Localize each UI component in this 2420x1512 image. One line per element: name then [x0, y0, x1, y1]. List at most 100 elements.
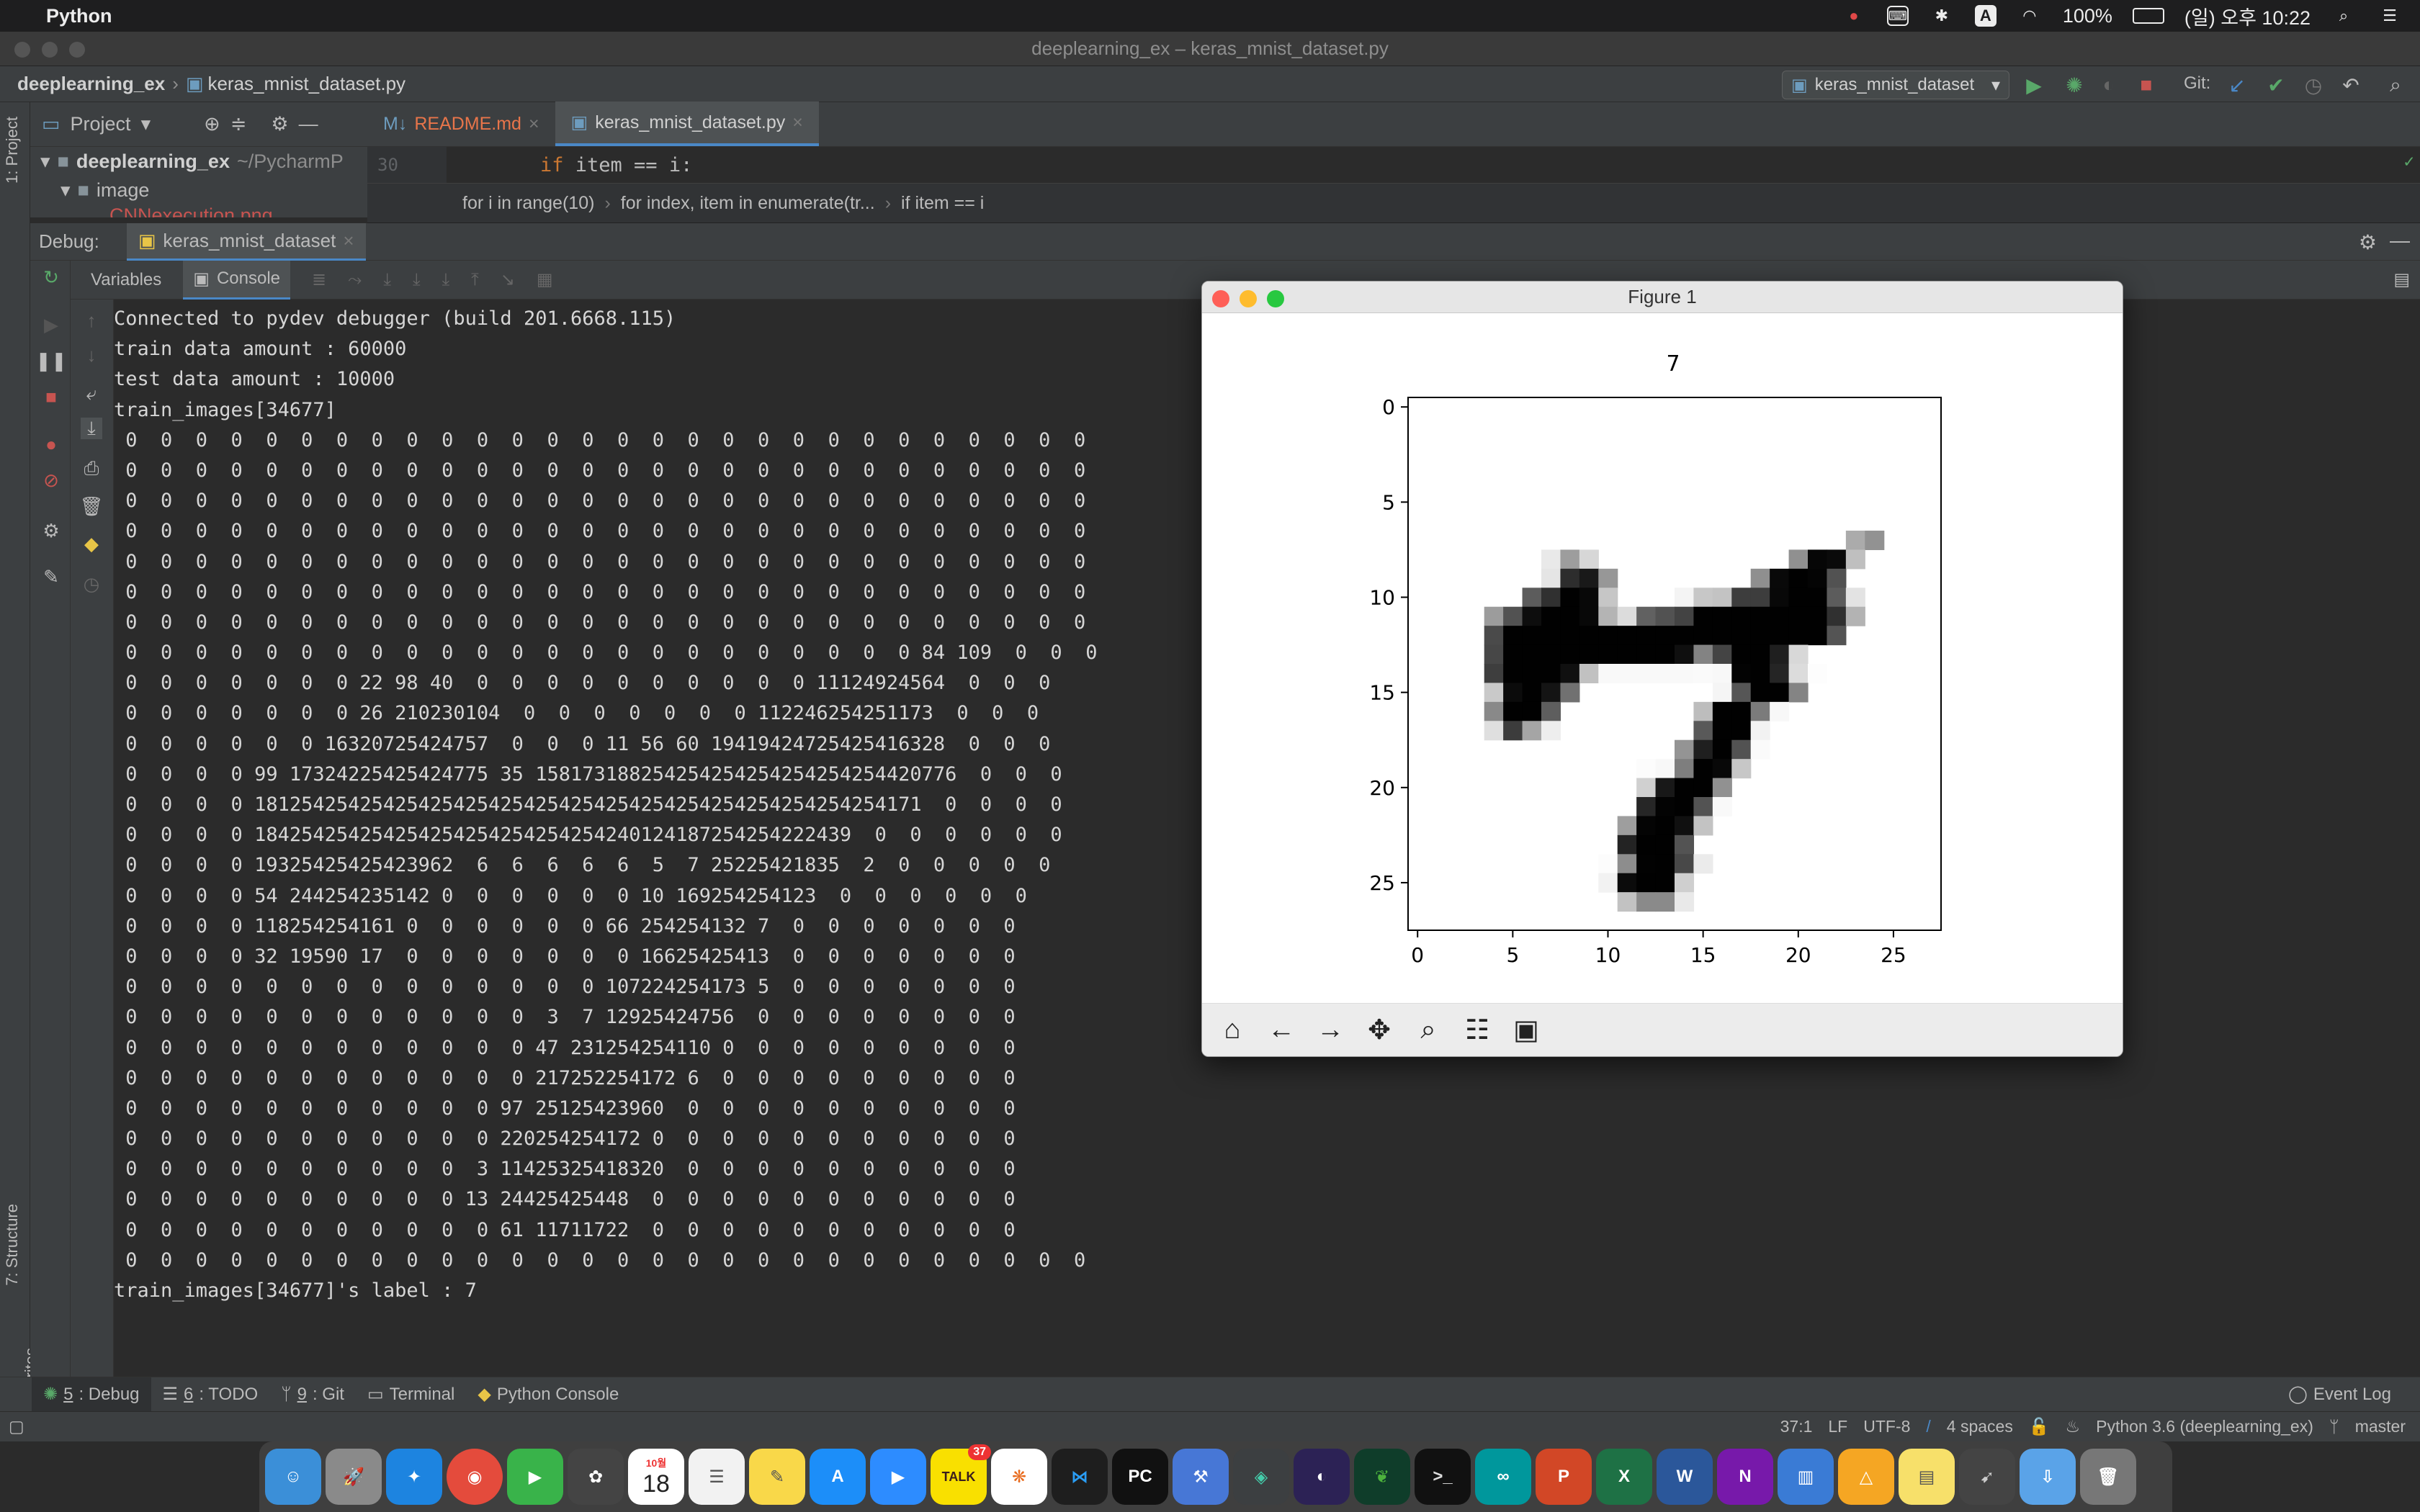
nav-file-crumb[interactable]: keras_mnist_dataset.py	[207, 73, 405, 95]
inspection-ok-icon[interactable]: ✓	[2404, 151, 2414, 171]
finder-icon[interactable]: ☺	[265, 1449, 321, 1505]
tree-file-row[interactable]: CNNexecution.png	[30, 204, 367, 217]
back-arrow-icon[interactable]: ←	[1258, 1007, 1304, 1053]
keyboard-input-icon[interactable]: A	[1974, 5, 1996, 27]
window-close-button[interactable]	[14, 42, 30, 58]
notification-icon[interactable]: ●	[1841, 5, 1867, 27]
evaluate-icon[interactable]: ▦	[537, 269, 553, 290]
debug-icon[interactable]: ✺	[2061, 72, 2087, 98]
save-icon[interactable]: ▣	[1503, 1007, 1549, 1053]
figure-minimize-button[interactable]	[1240, 290, 1257, 307]
excel-icon[interactable]: X	[1596, 1449, 1652, 1505]
notes-icon[interactable]: ✎	[749, 1449, 805, 1505]
pause-icon[interactable]: ❚❚	[35, 350, 67, 372]
mongodb-icon[interactable]: ❦	[1354, 1449, 1410, 1505]
tab-debug[interactable]: ✺ 5 : Debug	[32, 1377, 151, 1412]
clock-icon[interactable]: ◷	[81, 573, 102, 595]
lock-icon[interactable]: 🔓	[2029, 1417, 2050, 1436]
git-rollback-icon[interactable]: ↶	[2338, 72, 2364, 98]
android-studio-icon[interactable]: ◈	[1233, 1449, 1289, 1505]
terminal-app-icon[interactable]: >_	[1415, 1449, 1471, 1505]
rerun-icon[interactable]: ↻	[40, 266, 62, 288]
tab-git[interactable]: ᛘ 9 : Git	[269, 1377, 356, 1412]
run-to-cursor-icon[interactable]: ↘	[501, 269, 515, 290]
xcode-icon[interactable]: ⚒	[1173, 1449, 1229, 1505]
word-icon[interactable]: W	[1657, 1449, 1713, 1505]
chrome-icon[interactable]: ◉	[447, 1449, 503, 1505]
pycharm-icon[interactable]: PC	[1112, 1449, 1168, 1505]
search-everywhere-icon[interactable]: ⌕	[2383, 72, 2408, 98]
step-over-icon[interactable]: ⤓	[383, 270, 391, 290]
project-tool-tab[interactable]: 1: Project	[3, 117, 22, 184]
collapse-all-icon[interactable]: ≑	[230, 113, 247, 135]
close-icon[interactable]: ×	[343, 230, 354, 252]
expand-arrow-icon[interactable]: ▾	[40, 150, 50, 173]
git-update-icon[interactable]: ↙	[2224, 72, 2250, 98]
gear-icon[interactable]: ⚙	[2359, 230, 2377, 254]
locate-icon[interactable]: ⊕	[204, 113, 220, 135]
powerpoint-icon[interactable]: P	[1536, 1449, 1592, 1505]
matplotlib-figure-window[interactable]: Figure 1 7 0 5 10 15 20 25 0 5 10 15 20 25 ⌂ ← → ✥…	[1201, 281, 2123, 1057]
tab-readme[interactable]: M↓ README.md ×	[367, 102, 555, 146]
menu-app-name[interactable]: Python	[46, 5, 112, 27]
mute-breakpoints-icon[interactable]: ⊘	[40, 469, 62, 491]
tab-keras-mnist[interactable]: ▣ keras_mnist_dataset.py ×	[555, 102, 819, 146]
stop-icon[interactable]: ■	[2133, 72, 2159, 98]
window-minimize-button[interactable]	[42, 42, 58, 58]
hide-icon[interactable]: —	[299, 113, 318, 135]
structure-tool-tab[interactable]: 7: Structure	[3, 1204, 22, 1286]
eclipse-icon[interactable]: ◐	[1294, 1449, 1350, 1505]
figure-close-button[interactable]	[1212, 290, 1229, 307]
file-manager-icon[interactable]: ▥	[1778, 1449, 1834, 1505]
tab-python-console[interactable]: ◆ Python Console	[466, 1377, 630, 1412]
app-store-icon[interactable]: A	[810, 1449, 866, 1505]
layout-icon[interactable]: ▤	[2393, 269, 2410, 290]
gear-icon[interactable]: ⚙	[271, 113, 288, 135]
hide-icon[interactable]: —	[2390, 229, 2410, 252]
downloads-folder-icon[interactable]: ⇩	[2020, 1449, 2076, 1505]
coverage-icon[interactable]: ◐	[2096, 72, 2122, 98]
view-breakpoints-icon[interactable]: ●	[40, 433, 62, 455]
battery-icon[interactable]	[2132, 8, 2164, 24]
run-configuration-select[interactable]: ▣ keras_mnist_dataset ▾	[1782, 71, 2009, 99]
tab-console[interactable]: ▣ Console	[183, 260, 291, 300]
bluetooth-icon[interactable]: ✱	[1929, 5, 1955, 27]
debug-session-tab[interactable]: ▣ keras_mnist_dataset ×	[126, 222, 366, 261]
breadcrumb-if[interactable]: if item == i	[901, 193, 984, 214]
file-encoding[interactable]: UTF-8	[1863, 1417, 1910, 1436]
git-commit-icon[interactable]: ✔	[2263, 72, 2289, 98]
git-history-icon[interactable]: ◷	[2300, 72, 2326, 98]
launchpad-icon[interactable]: 🚀	[326, 1449, 382, 1505]
step-into-my-code-icon[interactable]: ⤓	[442, 270, 450, 290]
breadcrumb-for-range[interactable]: for i in range(10)	[462, 193, 594, 214]
preferences-gear-icon[interactable]: ❋	[991, 1449, 1047, 1505]
stickies-icon[interactable]: ▤	[1899, 1449, 1955, 1505]
trash-icon[interactable]: 🗑	[80, 495, 104, 517]
soft-wrap-icon[interactable]: ⤶	[81, 382, 102, 405]
input-method-icon[interactable]: ⌨	[1886, 6, 1909, 26]
code-editor[interactable]: 30 if item == i: ✓	[367, 147, 2420, 183]
event-log-button[interactable]: ◯ Event Log	[2277, 1377, 2420, 1412]
arduino-icon[interactable]: ∞	[1475, 1449, 1531, 1505]
home-icon[interactable]: ⌂	[1209, 1007, 1255, 1053]
window-zoom-button[interactable]	[69, 42, 85, 58]
safari-icon[interactable]: ✦	[386, 1449, 442, 1505]
onenote-icon[interactable]: N	[1717, 1449, 1773, 1505]
vscode-icon[interactable]: ⋈	[1052, 1449, 1108, 1505]
interpreter-setting[interactable]: Python 3.6 (deeplearning_ex)	[2096, 1417, 2313, 1436]
tab-todo[interactable]: ☰ 6 : TODO	[151, 1377, 270, 1412]
close-icon[interactable]: ×	[529, 114, 539, 135]
control-center-icon[interactable]: ☰	[2377, 5, 2403, 27]
chevron-down-icon[interactable]: ▾	[141, 113, 151, 135]
trash-icon[interactable]: 🗑	[2080, 1449, 2136, 1505]
tab-variables[interactable]: Variables	[91, 270, 161, 290]
expand-arrow-icon[interactable]: ▾	[60, 179, 71, 202]
vlc-icon[interactable]: △	[1838, 1449, 1894, 1505]
calendar-icon[interactable]: 10월 18	[628, 1449, 684, 1505]
tree-folder-row[interactable]: ▾ ■ image	[30, 176, 367, 204]
step-out-icon[interactable]: ⤒	[471, 270, 479, 290]
show-execution-point-icon[interactable]: ⤳	[348, 270, 362, 290]
python-console-icon[interactable]: ◆	[81, 533, 102, 554]
project-pane-title[interactable]: Project	[71, 113, 131, 135]
zoom-app-icon[interactable]: ▶	[870, 1449, 926, 1505]
